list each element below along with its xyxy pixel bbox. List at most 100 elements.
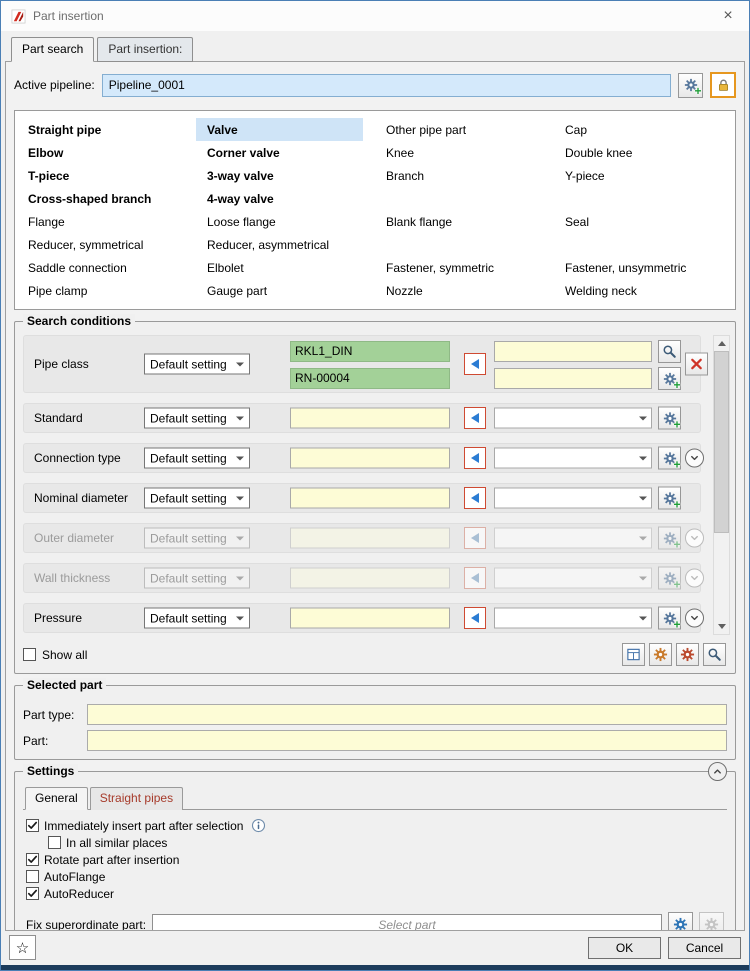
- search-settings-button[interactable]: [649, 643, 672, 666]
- tab-general[interactable]: General: [25, 787, 88, 810]
- fix-part-select-button[interactable]: [668, 912, 693, 931]
- ok-button[interactable]: OK: [588, 937, 661, 959]
- add-search-value-button[interactable]: +: [658, 447, 681, 470]
- part-type-reducer-symmetrical[interactable]: Reducer, symmetrical: [17, 233, 196, 256]
- part-type-reducer-asymmetrical[interactable]: Reducer, asymmetrical: [196, 233, 375, 256]
- tab-part-insertion[interactable]: Part insertion:: [97, 37, 193, 62]
- value-input[interactable]: [494, 368, 652, 389]
- value-select[interactable]: [494, 528, 652, 549]
- collapse-settings-button[interactable]: [708, 762, 727, 781]
- value-input[interactable]: [290, 608, 450, 629]
- checkbox-immediately-insert-part-after-selection[interactable]: [26, 819, 39, 832]
- favorites-button[interactable]: ☆: [9, 935, 36, 960]
- pipeline-lock-button[interactable]: [710, 72, 736, 98]
- active-pipeline-input[interactable]: [102, 74, 671, 97]
- extended-search-button[interactable]: [676, 643, 699, 666]
- part-type-fastener-symmetric[interactable]: Fastener, symmetric: [375, 256, 554, 279]
- part-type-blank-flange[interactable]: Blank flange: [375, 210, 554, 233]
- start-search-button[interactable]: [703, 643, 726, 666]
- transfer-value-button[interactable]: [464, 447, 486, 469]
- scrollbar-track[interactable]: [714, 351, 729, 619]
- part-type-t-piece[interactable]: T-piece: [17, 164, 196, 187]
- setting-dropdown[interactable]: Default setting: [144, 528, 250, 549]
- value-input[interactable]: [290, 568, 450, 589]
- cancel-button[interactable]: Cancel: [668, 937, 741, 959]
- checkbox-autoflange[interactable]: [26, 870, 39, 883]
- part-type-elbolet[interactable]: Elbolet: [196, 256, 375, 279]
- setting-dropdown[interactable]: Default setting: [144, 608, 250, 629]
- part-type-3-way-valve[interactable]: 3-way valve: [196, 164, 375, 187]
- part-type-saddle-connection[interactable]: Saddle connection: [17, 256, 196, 279]
- transfer-value-button[interactable]: [464, 567, 486, 589]
- part-type-valve[interactable]: Valve: [196, 118, 363, 141]
- close-button[interactable]: ×: [717, 8, 739, 24]
- value-select[interactable]: [494, 608, 652, 629]
- transfer-value-button[interactable]: [464, 607, 486, 629]
- part-type-cross-shaped-branch[interactable]: Cross-shaped branch: [17, 187, 196, 210]
- tab-straight-pipes[interactable]: Straight pipes: [90, 787, 183, 810]
- value-select[interactable]: [494, 448, 652, 469]
- part-type-straight-pipe[interactable]: Straight pipe: [17, 118, 196, 141]
- part-type-flange[interactable]: Flange: [17, 210, 196, 233]
- setting-dropdown[interactable]: Default setting: [144, 568, 250, 589]
- value-select[interactable]: [494, 408, 652, 429]
- more-options-button[interactable]: [685, 449, 704, 468]
- part-type-other-pipe-part[interactable]: Other pipe part: [375, 118, 554, 141]
- more-options-button[interactable]: [685, 529, 704, 548]
- show-all-checkbox[interactable]: [23, 648, 36, 661]
- part-type-knee[interactable]: Knee: [375, 141, 554, 164]
- more-options-button[interactable]: [685, 609, 704, 628]
- catalog-search-button[interactable]: [658, 340, 681, 363]
- checkbox-autoreducer[interactable]: [26, 887, 39, 900]
- part-type-welding-neck[interactable]: Welding neck: [554, 279, 733, 302]
- value-input[interactable]: [494, 341, 652, 362]
- part-type-loose-flange[interactable]: Loose flange: [196, 210, 375, 233]
- setting-dropdown[interactable]: Default setting: [144, 448, 250, 469]
- checkbox-in-all-similar-places[interactable]: [48, 836, 61, 849]
- scrollbar-thumb[interactable]: [714, 351, 729, 533]
- part-type-pipe-clamp[interactable]: Pipe clamp: [17, 279, 196, 302]
- value-input[interactable]: [290, 488, 450, 509]
- add-search-value-button[interactable]: +: [658, 607, 681, 630]
- value-input[interactable]: [290, 448, 450, 469]
- pipe-class-value[interactable]: RKL1_DIN: [290, 341, 450, 362]
- fix-superordinate-field[interactable]: Select part: [152, 914, 662, 932]
- add-search-value-button[interactable]: +: [658, 367, 681, 390]
- value-input[interactable]: [290, 528, 450, 549]
- scroll-up-button[interactable]: [714, 336, 729, 351]
- add-search-value-button[interactable]: +: [658, 567, 681, 590]
- add-search-value-button[interactable]: +: [658, 487, 681, 510]
- transfer-value-button[interactable]: [464, 487, 486, 509]
- transfer-value-button[interactable]: [464, 407, 486, 429]
- tab-part-search[interactable]: Part search: [11, 37, 94, 62]
- value-select[interactable]: [494, 568, 652, 589]
- value-select[interactable]: [494, 488, 652, 509]
- transfer-value-button[interactable]: [464, 353, 486, 375]
- add-search-value-button[interactable]: +: [658, 407, 681, 430]
- part-type-branch[interactable]: Branch: [375, 164, 554, 187]
- pipe-class-value[interactable]: RN-00004: [290, 368, 450, 389]
- title-bar[interactable]: Part insertion ×: [1, 1, 749, 31]
- part-type-gauge-part[interactable]: Gauge part: [196, 279, 375, 302]
- value-input[interactable]: [290, 408, 450, 429]
- table-view-button[interactable]: [622, 643, 645, 666]
- transfer-value-button[interactable]: [464, 527, 486, 549]
- part-type-corner-valve[interactable]: Corner valve: [196, 141, 375, 164]
- add-search-value-button[interactable]: +: [658, 527, 681, 550]
- more-options-button[interactable]: [685, 569, 704, 588]
- checkbox-rotate-part-after-insertion[interactable]: [26, 853, 39, 866]
- scrollbar[interactable]: [713, 335, 730, 635]
- setting-dropdown[interactable]: Default setting: [144, 488, 250, 509]
- part-type-elbow[interactable]: Elbow: [17, 141, 196, 164]
- part-type-4-way-valve[interactable]: 4-way valve: [196, 187, 375, 210]
- part-type-nozzle[interactable]: Nozzle: [375, 279, 554, 302]
- part-type-seal[interactable]: Seal: [554, 210, 733, 233]
- part-type-cap[interactable]: Cap: [554, 118, 733, 141]
- part-type-fastener-unsymmetric[interactable]: Fastener, unsymmetric: [554, 256, 733, 279]
- scroll-down-button[interactable]: [714, 619, 729, 634]
- part-type-double-knee[interactable]: Double knee: [554, 141, 733, 164]
- assign-pipeline-button[interactable]: +: [678, 73, 703, 98]
- part-type-y-piece[interactable]: Y-piece: [554, 164, 733, 187]
- setting-dropdown[interactable]: Default setting: [144, 354, 250, 375]
- delete-condition-button[interactable]: [685, 353, 708, 376]
